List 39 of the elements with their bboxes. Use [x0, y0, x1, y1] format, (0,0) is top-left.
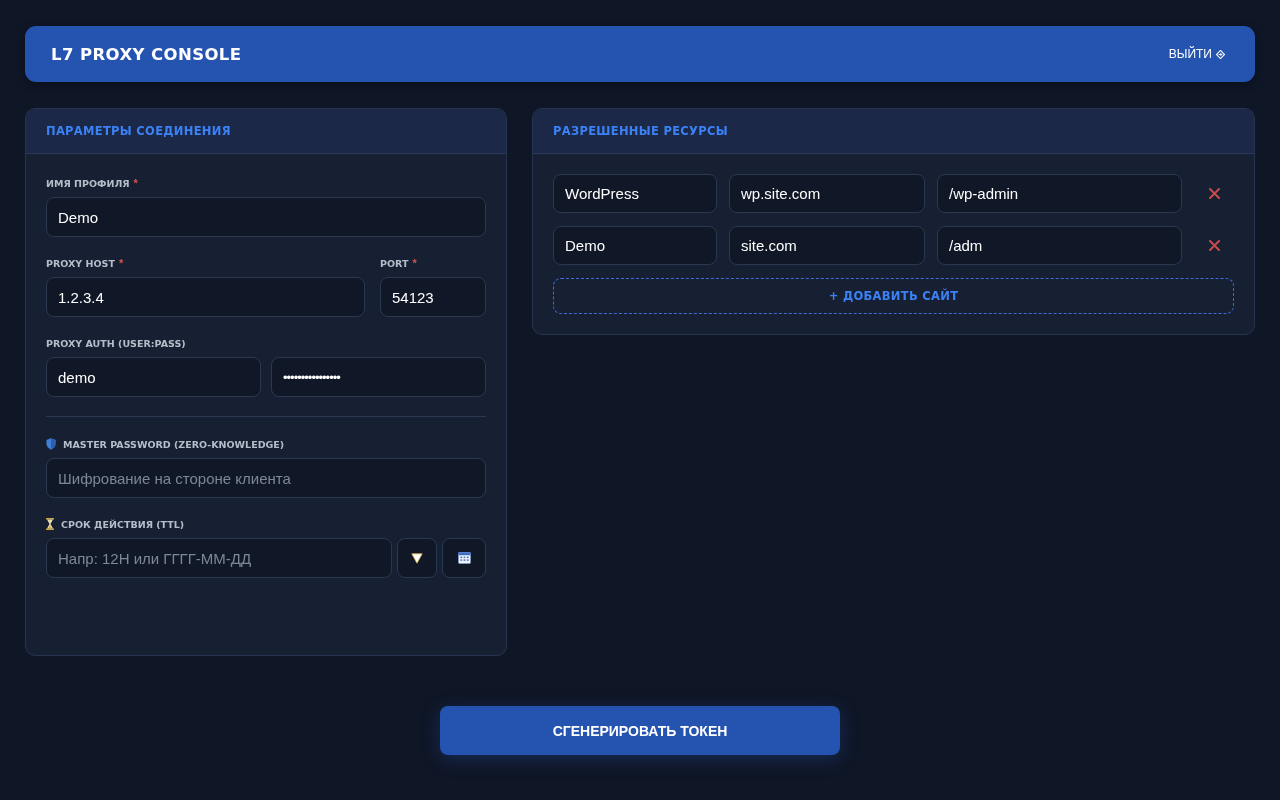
generate-token-button[interactable]: СГЕНЕРИРОВАТЬ ТОКЕН: [440, 706, 840, 755]
input-field[interactable]: /adm: [937, 226, 1182, 265]
input-field[interactable]: Шифрование на стороне клиента: [46, 458, 486, 498]
remove-button[interactable]: [1207, 187, 1221, 200]
input-field[interactable]: wp.site.com: [729, 174, 925, 213]
shield-icon: [46, 438, 56, 450]
field-label: MASTER PASSWORD (ZERO-KNOWLEDGE): [63, 438, 285, 450]
card-title: РАЗРЕШЕННЫЕ РЕСУРСЫ: [553, 124, 728, 138]
arrow-diamond-icon: [1216, 49, 1225, 59]
field-label: PROXY AUTH (USER:PASS): [46, 337, 186, 349]
input-field[interactable]: Demo: [553, 226, 717, 265]
field-label: ИМЯ ПРОФИЛЯ: [46, 177, 130, 189]
input-field[interactable]: /wp-admin: [937, 174, 1182, 213]
password-field[interactable]: ••••••••••••••••: [271, 357, 486, 397]
input-field[interactable]: 1.2.3.4: [46, 277, 365, 317]
calendar-icon: [457, 552, 471, 564]
field-label: PORT: [380, 257, 409, 269]
field-label: СРОК ДЕЙСТВИЯ (TTL): [61, 518, 185, 530]
input-field[interactable]: Напр: 12H или ГГГГ-ММ-ДД: [46, 538, 392, 578]
calendar-button[interactable]: [442, 538, 486, 578]
required-mark: *: [412, 257, 417, 269]
remove-button[interactable]: [1207, 239, 1221, 252]
input-field[interactable]: WordPress: [553, 174, 717, 213]
cross-icon: [1208, 188, 1220, 199]
triangle-down-icon: [411, 552, 423, 564]
required-mark: *: [133, 177, 138, 189]
cross-icon: [1208, 240, 1220, 251]
hourglass-icon: [46, 518, 54, 530]
field-label: PROXY HOST: [46, 257, 115, 269]
input-field[interactable]: 54123: [380, 277, 486, 317]
input-field[interactable]: demo: [46, 357, 261, 397]
input-field[interactable]: Demo: [46, 197, 486, 237]
input-field[interactable]: site.com: [729, 226, 925, 265]
add-site-button[interactable]: + ДОБАВИТЬ САЙТ: [553, 278, 1234, 314]
logout-button[interactable]: ВЫЙТИ: [1168, 47, 1225, 61]
required-mark: *: [118, 257, 124, 269]
dropdown-button[interactable]: [397, 538, 437, 578]
card-title: ПАРАМЕТРЫ СОЕДИНЕНИЯ: [46, 124, 231, 138]
app-title: L7 PROXY CONSOLE: [51, 44, 242, 64]
